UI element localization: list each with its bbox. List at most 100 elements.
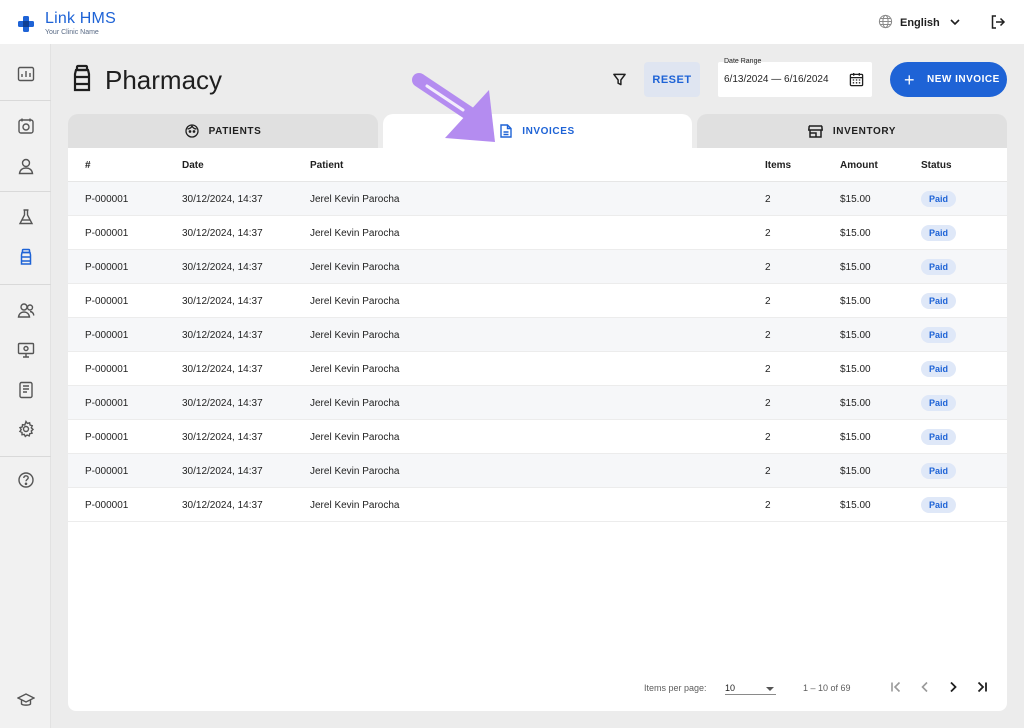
tab-patients[interactable]: PATIENTS — [68, 114, 378, 148]
patient-name: Jerel Kevin Parocha — [310, 295, 400, 307]
user-icon[interactable] — [16, 156, 36, 176]
status-badge: Paid — [921, 429, 957, 445]
sidebar-divider — [0, 191, 51, 192]
status-cell: Paid — [921, 488, 957, 522]
new-invoice-button[interactable]: + NEW INVOICE — [890, 62, 1007, 97]
invoices-table: # Date Patient Items Amount Status P-000… — [68, 148, 1007, 711]
previous-page-icon[interactable] — [918, 680, 932, 694]
patient-name: Jerel Kevin Parocha — [310, 465, 400, 477]
status-badge: Paid — [921, 361, 957, 377]
chevron-down-icon — [950, 17, 960, 29]
dashboard-icon[interactable] — [16, 64, 36, 84]
logo-cross-icon — [16, 14, 36, 34]
invoice-date: 30/12/2024, 14:37 — [182, 329, 263, 341]
monitor-icon[interactable] — [16, 340, 36, 360]
item-count: 2 — [765, 499, 771, 511]
invoice-amount: $15.00 — [840, 329, 871, 341]
calendar-icon[interactable] — [849, 72, 864, 92]
status-badge: Paid — [921, 497, 957, 513]
invoice-id: P-000001 — [85, 261, 129, 273]
invoice-date: 30/12/2024, 14:37 — [182, 227, 263, 239]
table-header: # Date Patient Items Amount Status — [68, 148, 1007, 182]
staff-icon[interactable] — [16, 300, 36, 320]
status-badge: Paid — [921, 259, 957, 275]
column-header-status[interactable]: Status — [921, 148, 952, 182]
invoice-date: 30/12/2024, 14:37 — [182, 363, 263, 375]
highlight-arrow-icon — [405, 66, 505, 153]
graduation-cap-icon[interactable] — [16, 690, 36, 710]
invoice-amount: $15.00 — [840, 295, 871, 307]
invoice-id: P-000001 — [85, 295, 129, 307]
app-logo[interactable]: Link HMS Your Clinic Name — [16, 11, 116, 36]
reports-icon[interactable] — [16, 380, 36, 400]
table-row[interactable]: P-000001 30/12/2024, 14:37 Jerel Kevin Par… — [68, 488, 1007, 522]
item-count: 2 — [765, 261, 771, 273]
items-per-page-select[interactable]: 10 — [725, 679, 776, 695]
logout-icon[interactable] — [990, 14, 1006, 35]
table-row[interactable]: P-000001 30/12/2024, 14:37 Jerel Kevin Par… — [68, 250, 1007, 284]
item-count: 2 — [765, 227, 771, 239]
table-row[interactable]: P-000001 30/12/2024, 14:37 Jerel Kevin Par… — [68, 386, 1007, 420]
column-header-number[interactable]: # — [85, 148, 91, 182]
clinic-name: Your Clinic Name — [45, 29, 99, 36]
next-page-icon[interactable] — [946, 680, 960, 694]
date-range-field[interactable]: Date Range 6/13/2024 — 6/16/2024 — [718, 58, 872, 97]
sidebar-divider — [0, 284, 51, 285]
page-title: Pharmacy — [105, 65, 223, 95]
reset-button[interactable]: RESET — [644, 62, 700, 97]
status-cell: Paid — [921, 250, 957, 284]
patient-name: Jerel Kevin Parocha — [310, 397, 400, 409]
pharmacy-bottle-icon[interactable] — [16, 247, 36, 267]
lab-flask-icon[interactable] — [16, 207, 36, 227]
invoice-id: P-000001 — [85, 193, 129, 205]
filter-icon[interactable] — [608, 68, 630, 90]
table-row[interactable]: P-000001 30/12/2024, 14:37 Jerel Kevin Par… — [68, 420, 1007, 454]
store-icon — [807, 124, 823, 138]
last-page-icon[interactable] — [975, 680, 989, 694]
items-per-page-label: Items per page: — [644, 683, 707, 693]
column-header-date[interactable]: Date — [182, 148, 204, 182]
first-page-icon[interactable] — [889, 680, 903, 694]
invoice-amount: $15.00 — [840, 499, 871, 511]
patient-name: Jerel Kevin Parocha — [310, 431, 400, 443]
plus-icon: + — [904, 69, 916, 90]
item-count: 2 — [765, 363, 771, 375]
status-cell: Paid — [921, 182, 957, 216]
sidebar-divider — [0, 100, 51, 101]
tab-label: PATIENTS — [208, 125, 262, 137]
item-count: 2 — [765, 193, 771, 205]
sidebar-divider — [0, 456, 51, 457]
column-header-patient[interactable]: Patient — [310, 148, 343, 182]
table-row[interactable]: P-000001 30/12/2024, 14:37 Jerel Kevin Par… — [68, 318, 1007, 352]
page-range-text: 1 – 10 of 69 — [803, 683, 851, 693]
new-invoice-label: NEW INVOICE — [927, 74, 1000, 85]
invoice-date: 30/12/2024, 14:37 — [182, 465, 263, 477]
table-row[interactable]: P-000001 30/12/2024, 14:37 Jerel Kevin Par… — [68, 182, 1007, 216]
settings-icon[interactable] — [16, 419, 36, 439]
table-row[interactable]: P-000001 30/12/2024, 14:37 Jerel Kevin Par… — [68, 352, 1007, 386]
invoice-id: P-000001 — [85, 397, 129, 409]
tab-inventory[interactable]: INVENTORY — [697, 114, 1007, 148]
table-row[interactable]: P-000001 30/12/2024, 14:37 Jerel Kevin Par… — [68, 454, 1007, 488]
tab-label: INVENTORY — [832, 125, 897, 137]
help-icon[interactable] — [16, 470, 36, 490]
patient-name: Jerel Kevin Parocha — [310, 227, 400, 239]
invoice-date: 30/12/2024, 14:37 — [182, 295, 263, 307]
column-header-items[interactable]: Items — [765, 148, 791, 182]
invoice-amount: $15.00 — [840, 431, 871, 443]
globe-icon — [878, 14, 893, 32]
invoice-amount: $15.00 — [840, 397, 871, 409]
language-selector[interactable]: English — [878, 14, 960, 32]
invoice-id: P-000001 — [85, 329, 129, 341]
appointments-icon[interactable] — [16, 116, 36, 136]
status-cell: Paid — [921, 216, 957, 250]
column-header-amount[interactable]: Amount — [840, 148, 878, 182]
item-count: 2 — [765, 465, 771, 477]
item-count: 2 — [765, 329, 771, 341]
status-cell: Paid — [921, 420, 957, 454]
table-row[interactable]: P-000001 30/12/2024, 14:37 Jerel Kevin Par… — [68, 284, 1007, 318]
tab-label: INVOICES — [522, 125, 575, 137]
status-cell: Paid — [921, 454, 957, 488]
patient-name: Jerel Kevin Parocha — [310, 261, 400, 273]
table-row[interactable]: P-000001 30/12/2024, 14:37 Jerel Kevin Par… — [68, 216, 1007, 250]
